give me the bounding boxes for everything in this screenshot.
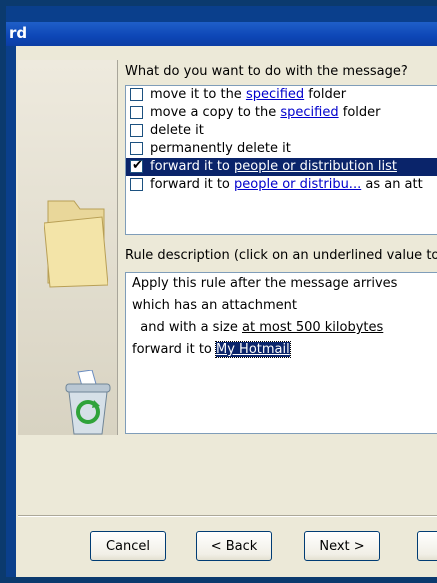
size-link[interactable]: at most 500 kilobytes: [242, 320, 383, 335]
rule-line: which has an attachment: [132, 298, 297, 313]
question-label: What do you want to do with the message?: [125, 64, 408, 79]
next-button[interactable]: Next >: [304, 531, 380, 561]
action-item-forward-as-attachment[interactable]: forward it to people or distribu... as a…: [126, 176, 437, 194]
people-or-list-link[interactable]: people or distribution list: [234, 159, 397, 174]
action-item-move-to-folder[interactable]: move it to the specified folder: [126, 86, 437, 104]
checkbox[interactable]: [130, 178, 143, 191]
actions-list[interactable]: move it to the specified folder move a c…: [125, 85, 437, 235]
rule-line: forward it to My Hotmail: [132, 341, 291, 358]
cancel-button[interactable]: Cancel: [90, 531, 166, 561]
rule-description-box[interactable]: Apply this rule after the message arrive…: [125, 272, 437, 434]
rule-description-label: Rule description (click on an underlined…: [125, 248, 437, 263]
action-item-delete[interactable]: delete it: [126, 122, 437, 140]
wizard-illustration: [18, 60, 118, 435]
finish-button[interactable]: [417, 531, 437, 561]
checkbox[interactable]: [130, 88, 143, 101]
title-bar[interactable]: rd: [6, 22, 437, 46]
checkbox[interactable]: [130, 142, 143, 155]
divider: [18, 515, 437, 517]
check-icon: ✔: [132, 158, 143, 173]
my-hotmail-link[interactable]: My Hotmail: [215, 341, 291, 358]
people-or-list-link[interactable]: people or distribu...: [234, 177, 361, 192]
rule-line: and with a size at most 500 kilobytes: [132, 320, 384, 335]
specified-link[interactable]: specified: [246, 87, 304, 102]
specified-link[interactable]: specified: [280, 105, 338, 120]
folder-icon: [44, 200, 108, 288]
checkbox[interactable]: [130, 106, 143, 119]
rule-line: Apply this rule after the message arrive…: [132, 276, 398, 291]
action-item-forward[interactable]: ✔ forward it to people or distribution l…: [126, 158, 437, 176]
action-item-permanently-delete[interactable]: permanently delete it: [126, 140, 437, 158]
back-button[interactable]: < Back: [196, 531, 272, 561]
checkbox-checked[interactable]: ✔: [130, 158, 143, 173]
window-title: rd: [9, 24, 28, 42]
checkbox[interactable]: [130, 124, 143, 137]
action-item-copy-to-folder[interactable]: move a copy to the specified folder: [126, 104, 437, 122]
recycle-bin-icon: [65, 370, 111, 435]
